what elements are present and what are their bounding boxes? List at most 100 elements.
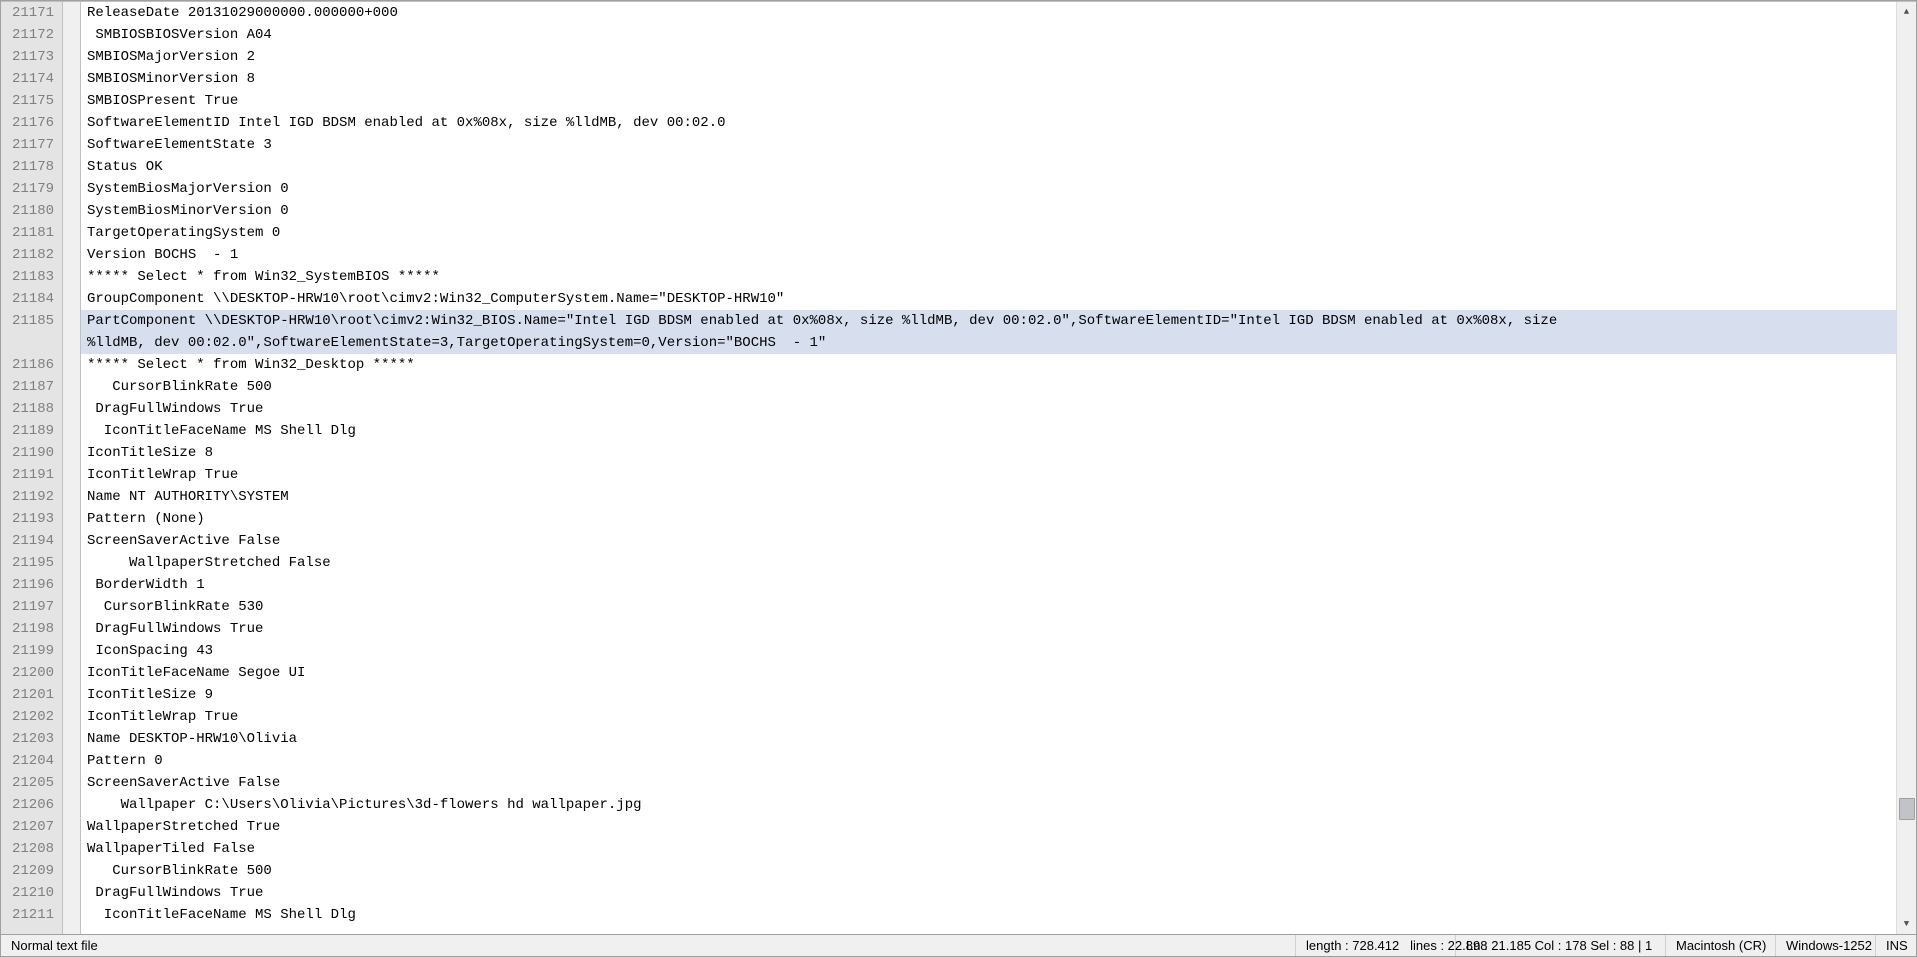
- line-number: 21204: [1, 750, 62, 772]
- text-line[interactable]: PartComponent \\DESKTOP-HRW10\root\cimv2…: [81, 310, 1896, 332]
- line-number: [1, 332, 62, 354]
- line-number: 21195: [1, 552, 62, 574]
- status-bar: Normal text file length : 728.412 lines …: [1, 934, 1916, 956]
- text-line[interactable]: BorderWidth 1: [81, 574, 1896, 596]
- line-number: 21196: [1, 574, 62, 596]
- scroll-track[interactable]: [1897, 22, 1917, 914]
- text-line[interactable]: Name NT AUTHORITY\SYSTEM: [81, 486, 1896, 508]
- text-line[interactable]: Version BOCHS - 1: [81, 244, 1896, 266]
- line-number: 21200: [1, 662, 62, 684]
- line-number: 21207: [1, 816, 62, 838]
- line-number: 21183: [1, 266, 62, 288]
- text-line[interactable]: Name DESKTOP-HRW10\Olivia: [81, 728, 1896, 750]
- text-line[interactable]: SMBIOSMajorVersion 2: [81, 46, 1896, 68]
- scroll-up-arrow-icon[interactable]: ▲: [1897, 2, 1917, 22]
- text-line[interactable]: IconTitleFaceName MS Shell Dlg: [81, 904, 1896, 926]
- line-number: 21171: [1, 2, 62, 24]
- line-number-gutter[interactable]: 2117121172211732117421175211762117721178…: [1, 2, 63, 934]
- line-number: 21173: [1, 46, 62, 68]
- line-number: 21206: [1, 794, 62, 816]
- line-number: 21208: [1, 838, 62, 860]
- text-line[interactable]: WallpaperTiled False: [81, 838, 1896, 860]
- status-filetype: Normal text file: [1, 935, 1296, 956]
- status-length: length : 728.412 lines : 22.898: [1296, 935, 1456, 956]
- line-number: 21187: [1, 376, 62, 398]
- line-number: 21210: [1, 882, 62, 904]
- line-number: 21189: [1, 420, 62, 442]
- text-line[interactable]: DragFullWindows True: [81, 618, 1896, 640]
- text-content-area[interactable]: ReleaseDate 20131029000000.000000+000 SM…: [81, 2, 1896, 934]
- line-number: 21180: [1, 200, 62, 222]
- text-line[interactable]: IconTitleWrap True: [81, 706, 1896, 728]
- text-line[interactable]: Pattern (None): [81, 508, 1896, 530]
- text-line[interactable]: Pattern 0: [81, 750, 1896, 772]
- line-number: 21194: [1, 530, 62, 552]
- text-line[interactable]: IconTitleSize 8: [81, 442, 1896, 464]
- text-line[interactable]: ReleaseDate 20131029000000.000000+000: [81, 2, 1896, 24]
- line-number: 21191: [1, 464, 62, 486]
- text-line[interactable]: IconTitleWrap True: [81, 464, 1896, 486]
- line-number: 21202: [1, 706, 62, 728]
- text-line[interactable]: IconTitleSize 9: [81, 684, 1896, 706]
- text-line[interactable]: ScreenSaverActive False: [81, 530, 1896, 552]
- status-encoding: Windows-1252: [1776, 935, 1876, 956]
- line-number: 21192: [1, 486, 62, 508]
- scroll-down-arrow-icon[interactable]: ▼: [1897, 914, 1917, 934]
- text-line[interactable]: ***** Select * from Win32_Desktop *****: [81, 354, 1896, 376]
- text-line[interactable]: CursorBlinkRate 500: [81, 860, 1896, 882]
- text-line[interactable]: DragFullWindows True: [81, 398, 1896, 420]
- editor-window: 2117121172211732117421175211762117721178…: [0, 0, 1917, 957]
- line-number: 21203: [1, 728, 62, 750]
- text-line[interactable]: IconTitleFaceName MS Shell Dlg: [81, 420, 1896, 442]
- text-line[interactable]: SMBIOSBIOSVersion A04: [81, 24, 1896, 46]
- text-line[interactable]: IconSpacing 43: [81, 640, 1896, 662]
- line-number: 21193: [1, 508, 62, 530]
- line-number: 21181: [1, 222, 62, 244]
- status-eol: Macintosh (CR): [1666, 935, 1776, 956]
- status-insert-mode: INS: [1876, 935, 1916, 956]
- line-number: 21185: [1, 310, 62, 332]
- line-number: 21188: [1, 398, 62, 420]
- status-length-text: length : 728.412: [1306, 938, 1399, 953]
- text-line[interactable]: SoftwareElementState 3: [81, 134, 1896, 156]
- line-number: 21175: [1, 90, 62, 112]
- text-line[interactable]: IconTitleFaceName Segoe UI: [81, 662, 1896, 684]
- line-number: 21186: [1, 354, 62, 376]
- text-line[interactable]: SoftwareElementID Intel IGD BDSM enabled…: [81, 112, 1896, 134]
- text-line[interactable]: GroupComponent \\DESKTOP-HRW10\root\cimv…: [81, 288, 1896, 310]
- line-number: 21197: [1, 596, 62, 618]
- line-number: 21211: [1, 904, 62, 926]
- line-number: 21178: [1, 156, 62, 178]
- text-line[interactable]: CursorBlinkRate 500: [81, 376, 1896, 398]
- line-number: 21201: [1, 684, 62, 706]
- line-number: 21198: [1, 618, 62, 640]
- line-number: 21209: [1, 860, 62, 882]
- text-line[interactable]: SystemBiosMajorVersion 0: [81, 178, 1896, 200]
- line-number: 21205: [1, 772, 62, 794]
- editor-area: 2117121172211732117421175211762117721178…: [1, 1, 1916, 934]
- line-number: 21179: [1, 178, 62, 200]
- line-number: 21190: [1, 442, 62, 464]
- text-line[interactable]: ScreenSaverActive False: [81, 772, 1896, 794]
- text-line[interactable]: SMBIOSPresent True: [81, 90, 1896, 112]
- status-position: Ln : 21.185 Col : 178 Sel : 88 | 1: [1456, 935, 1666, 956]
- text-line[interactable]: WallpaperStretched True: [81, 816, 1896, 838]
- text-line[interactable]: WallpaperStretched False: [81, 552, 1896, 574]
- text-line[interactable]: Status OK: [81, 156, 1896, 178]
- text-line[interactable]: Wallpaper C:\Users\Olivia\Pictures\3d-fl…: [81, 794, 1896, 816]
- text-line[interactable]: TargetOperatingSystem 0: [81, 222, 1896, 244]
- scroll-thumb[interactable]: [1899, 798, 1915, 820]
- line-number: 21199: [1, 640, 62, 662]
- text-line[interactable]: DragFullWindows True: [81, 882, 1896, 904]
- line-number: 21172: [1, 24, 62, 46]
- text-line[interactable]: SystemBiosMinorVersion 0: [81, 200, 1896, 222]
- fold-margin[interactable]: [63, 2, 81, 934]
- text-line[interactable]: SMBIOSMinorVersion 8: [81, 68, 1896, 90]
- line-number: 21176: [1, 112, 62, 134]
- text-line[interactable]: %lldMB, dev 00:02.0",SoftwareElementStat…: [81, 332, 1896, 354]
- line-number: 21177: [1, 134, 62, 156]
- line-number: 21182: [1, 244, 62, 266]
- vertical-scrollbar[interactable]: ▲ ▼: [1896, 2, 1916, 934]
- text-line[interactable]: ***** Select * from Win32_SystemBIOS ***…: [81, 266, 1896, 288]
- text-line[interactable]: CursorBlinkRate 530: [81, 596, 1896, 618]
